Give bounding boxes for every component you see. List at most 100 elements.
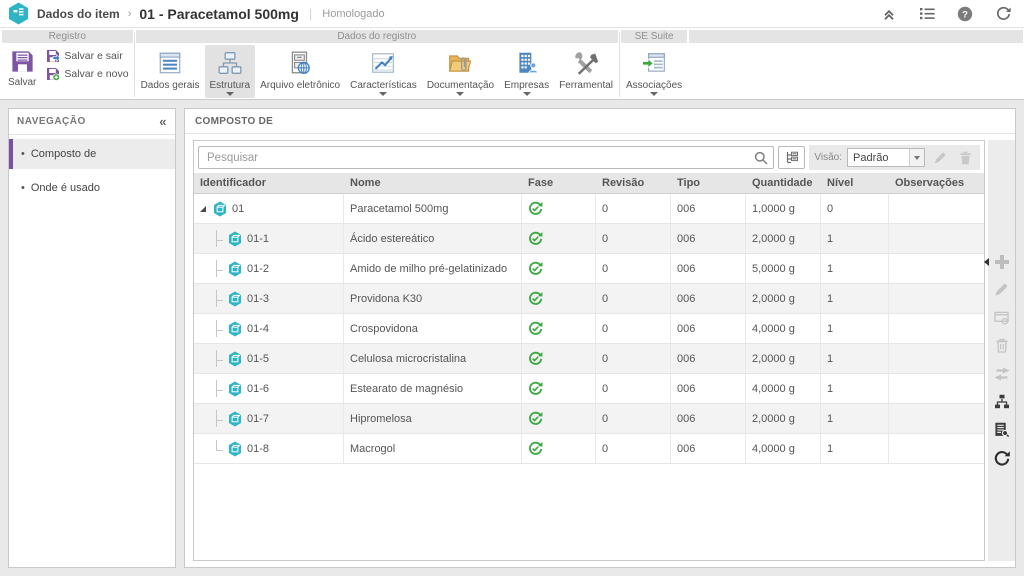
ribbon: Registro Salvar (0, 28, 1024, 100)
save-button[interactable]: Salvar (2, 45, 42, 98)
save-new-button[interactable]: Salvar e novo (42, 67, 132, 81)
tab-associacoes[interactable]: Associações (621, 45, 687, 98)
row-observations (889, 434, 984, 463)
tab-ferramental[interactable]: Ferramental (554, 45, 618, 98)
move-item-icon[interactable] (992, 364, 1011, 383)
table-row[interactable]: 01-5 Celulosa microcristalina 0 006 2,00… (194, 344, 984, 374)
report-icon[interactable] (992, 420, 1011, 439)
tab-estrutura[interactable]: Estrutura (205, 45, 256, 98)
row-name: Celulosa microcristalina (344, 344, 522, 373)
table-row[interactable]: 01-2 Amido de milho pré-gelatinizado 0 0… (194, 254, 984, 284)
edit-item-icon[interactable] (992, 280, 1011, 299)
row-name: Hipromelosa (344, 404, 522, 433)
column-header-tipo[interactable]: Tipo (671, 177, 746, 189)
hierarchy-icon[interactable] (992, 392, 1011, 411)
tab-documentacao[interactable]: Documentação (422, 45, 499, 98)
table-row[interactable]: 01-1 Ácido estereático 0 006 2,0000 g 1 (194, 224, 984, 254)
column-header-revisao[interactable]: Revisão (596, 177, 671, 189)
row-type: 006 (671, 344, 746, 373)
column-header-fase[interactable]: Fase (522, 177, 596, 189)
table-row[interactable]: 01-3 Providona K30 0 006 2,0000 g 1 (194, 284, 984, 314)
row-type: 006 (671, 224, 746, 253)
row-id: 01-7 (247, 413, 269, 425)
refresh-list-icon[interactable] (992, 448, 1011, 467)
tab-caracteristicas[interactable]: Características (345, 45, 422, 98)
row-id: 01-1 (247, 233, 269, 245)
app-logo-icon (8, 2, 29, 25)
item-cube-icon (228, 411, 242, 427)
search-input[interactable] (199, 152, 749, 164)
search-box (198, 146, 774, 169)
tab-arquivo-eletronico[interactable]: Arquivo eletrônico (255, 45, 345, 98)
search-icon[interactable] (749, 147, 773, 168)
table-row[interactable]: 01 Paracetamol 500mg 0 006 1,0000 g 0 (194, 194, 984, 224)
list-view-icon[interactable] (918, 5, 936, 23)
row-revision: 0 (596, 404, 671, 433)
row-observations (889, 374, 984, 403)
delete-item-icon[interactable] (992, 336, 1011, 355)
row-id: 01-3 (247, 293, 269, 305)
add-item-icon[interactable] (992, 252, 1011, 271)
row-revision: 0 (596, 374, 671, 403)
breadcrumb-chevron-icon: › (128, 8, 132, 20)
tab-empresas[interactable]: Empresas (499, 45, 554, 98)
bullet-icon: • (21, 182, 25, 194)
row-id: 01 (232, 203, 244, 215)
characteristics-icon (370, 48, 396, 78)
column-header-observacoes[interactable]: Observações (889, 177, 984, 189)
tab-dados-gerais[interactable]: Dados gerais (136, 45, 205, 98)
delete-view-icon[interactable] (955, 148, 975, 168)
structure-icon (217, 48, 243, 78)
row-revision: 0 (596, 314, 671, 343)
breadcrumb[interactable]: Dados do item (37, 7, 120, 21)
row-name: Ácido estereático (344, 224, 522, 253)
ribbon-filler (688, 30, 1024, 99)
row-level: 1 (821, 284, 889, 313)
help-icon[interactable]: ? (956, 5, 974, 23)
select-caret-icon (909, 149, 924, 166)
expand-toggle-icon[interactable] (199, 205, 208, 213)
topbar: Dados do item › 01 - Paracetamol 500mg |… (0, 0, 1024, 28)
view-select[interactable]: Padrão (847, 148, 925, 167)
column-header-quantidade[interactable]: Quantidade (746, 177, 821, 189)
tooling-icon (573, 48, 599, 78)
row-quantity: 1,0000 g (746, 194, 821, 223)
column-header-nome[interactable]: Nome (344, 177, 522, 189)
table-row[interactable]: 01-4 Crospovidona 0 006 4,0000 g 1 (194, 314, 984, 344)
save-button-label: Salvar (8, 77, 36, 88)
sidebar-collapse-icon[interactable]: « (159, 114, 167, 129)
view-label: Visão: (814, 152, 842, 163)
row-quantity: 5,0000 g (746, 254, 821, 283)
tree-branch-icon (212, 410, 223, 428)
table-row[interactable]: 01-6 Estearato de magnésio 0 006 4,0000 … (194, 374, 984, 404)
sidebar-item-onde-e-usado[interactable]: • Onde é usado (9, 173, 175, 203)
table-row[interactable]: 01-7 Hipromelosa 0 006 2,0000 g 1 (194, 404, 984, 434)
associations-icon (641, 48, 667, 78)
table-body: 01 Paracetamol 500mg 0 006 1,0000 g 0 (194, 194, 984, 464)
toolbar-collapse-handle[interactable] (984, 258, 989, 266)
table-header: Identificador Nome Fase Revisão Tipo Qua… (194, 173, 984, 194)
dropdown-caret (379, 92, 387, 96)
row-quantity: 2,0000 g (746, 224, 821, 253)
row-quantity: 4,0000 g (746, 374, 821, 403)
tree-branch-icon (212, 350, 223, 368)
tree-branch-icon (212, 440, 223, 458)
column-header-identificador[interactable]: Identificador (194, 177, 344, 189)
main-panel: COMPOSTO DE (184, 108, 1016, 568)
view-item-icon[interactable] (992, 308, 1011, 327)
phase-status-icon (528, 351, 543, 366)
row-type: 006 (671, 284, 746, 313)
table-row[interactable]: 01-8 Macrogol 0 006 4,0000 g 1 (194, 434, 984, 464)
row-observations (889, 254, 984, 283)
save-exit-button[interactable]: Salvar e sair (42, 49, 132, 63)
sidebar-item-composto-de[interactable]: • Composto de (9, 139, 175, 169)
collapse-ribbon-icon[interactable] (880, 5, 898, 23)
row-quantity: 2,0000 g (746, 284, 821, 313)
row-id: 01-5 (247, 353, 269, 365)
column-header-nivel[interactable]: Nível (821, 177, 889, 189)
tree-view-toggle-button[interactable] (778, 146, 805, 169)
refresh-icon[interactable] (994, 5, 1012, 23)
item-cube-icon (228, 291, 242, 307)
row-level: 1 (821, 374, 889, 403)
edit-view-icon[interactable] (930, 148, 950, 168)
